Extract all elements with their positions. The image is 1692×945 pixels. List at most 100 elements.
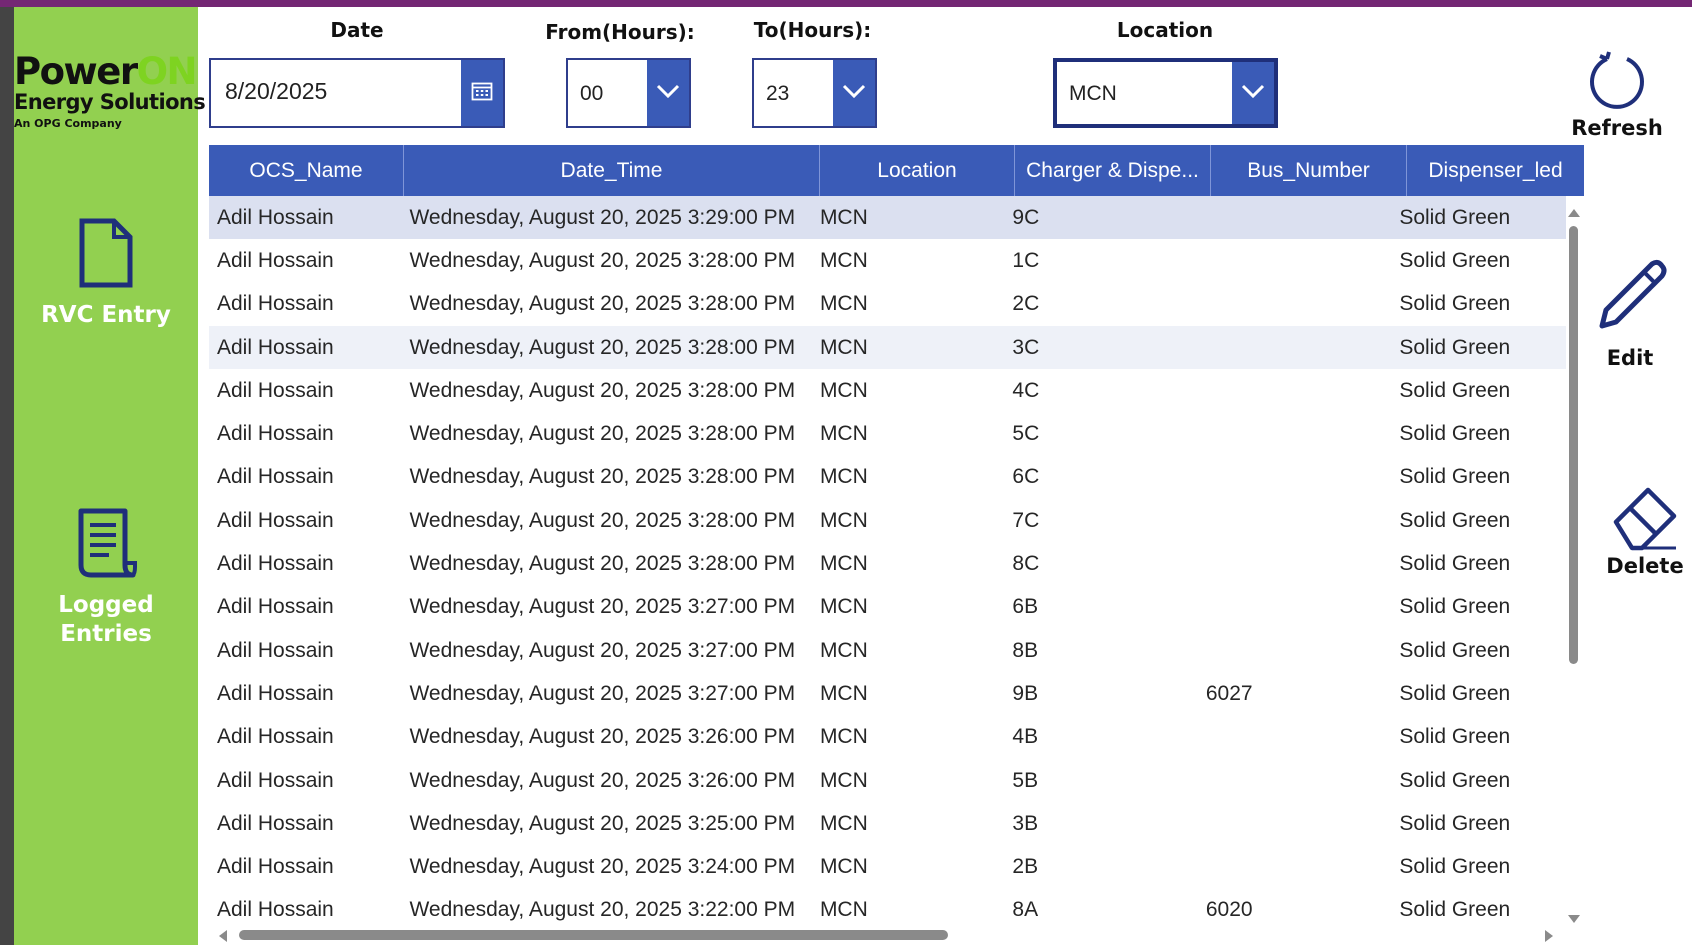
cell-ocs-name: Adil Hossain — [217, 335, 334, 359]
cell-location: MCN — [819, 638, 868, 662]
table-row[interactable]: Adil Hossain Wednesday, August 20, 2025 3… — [209, 672, 1566, 715]
table-row[interactable]: Adil Hossain Wednesday, August 20, 2025 3… — [209, 499, 1566, 542]
cell-ocs-name: Adil Hossain — [217, 595, 334, 619]
table-row[interactable]: Adil Hossain Wednesday, August 20, 2025 3… — [209, 456, 1566, 499]
cell-location: MCN — [819, 552, 868, 576]
cell-date-time: Wednesday, August 20, 2025 3:28:00 PM — [409, 378, 796, 402]
calendar-button[interactable] — [461, 60, 503, 126]
from-hours-value: 00 — [580, 82, 604, 105]
table-row[interactable]: Adil Hossain Wednesday, August 20, 2025 3… — [209, 845, 1566, 888]
table-body: Adil Hossain Wednesday, August 20, 2025 3… — [209, 196, 1566, 927]
horizontal-scrollbar[interactable] — [209, 925, 1563, 945]
column-header-dispenser-led[interactable]: Dispenser_led — [1407, 145, 1584, 196]
cell-charger-dispenser: 4B — [1012, 725, 1039, 749]
cell-dispenser-led: Solid Green — [1399, 681, 1511, 705]
cell-location: MCN — [819, 378, 868, 402]
cell-charger-dispenser: 6C — [1012, 465, 1040, 489]
column-header-location[interactable]: Location — [820, 145, 1015, 196]
from-hours-dropdown-button[interactable] — [647, 60, 689, 126]
chevron-down-icon — [1241, 84, 1265, 103]
logo-tagline: An OPG Company — [14, 117, 122, 130]
column-header-date-time[interactable]: Date_Time — [404, 145, 820, 196]
cell-location: MCN — [819, 595, 868, 619]
location-dropdown-button[interactable] — [1232, 62, 1274, 124]
cell-bus-number: 6020 — [1205, 898, 1253, 922]
cell-charger-dispenser: 7C — [1012, 508, 1040, 532]
column-header-charger-dispenser[interactable]: Charger & Dispe... — [1015, 145, 1211, 196]
top-strip — [0, 0, 1692, 7]
table-row[interactable]: Adil Hossain Wednesday, August 20, 2025 3… — [209, 283, 1566, 326]
refresh-button[interactable]: Refresh — [1570, 50, 1664, 140]
edit-label: Edit — [1606, 346, 1654, 370]
table-row[interactable]: Adil Hossain Wednesday, August 20, 2025 3… — [209, 586, 1566, 629]
table-row[interactable]: Adil Hossain Wednesday, August 20, 2025 3… — [209, 629, 1566, 672]
table-row[interactable]: Adil Hossain Wednesday, August 20, 2025 3… — [209, 325, 1566, 370]
cell-location: MCN — [819, 855, 868, 879]
table-row[interactable]: Adil Hossain Wednesday, August 20, 2025 3… — [209, 369, 1566, 412]
cell-location: MCN — [819, 422, 868, 446]
cell-dispenser-led: Solid Green — [1399, 898, 1511, 922]
cell-location: MCN — [819, 898, 868, 922]
date-value: 8/20/2025 — [225, 78, 328, 104]
scroll-left-arrow-icon[interactable] — [219, 929, 227, 945]
sidebar: PowerON Energy Solutions An OPG Company … — [14, 7, 206, 945]
table-row[interactable]: Adil Hossain Wednesday, August 20, 2025 3… — [209, 196, 1566, 240]
location-dropdown[interactable]: MCN — [1053, 58, 1278, 128]
cell-charger-dispenser: 1C — [1012, 248, 1040, 272]
scroll-up-arrow-icon[interactable] — [1568, 204, 1580, 222]
cell-date-time: Wednesday, August 20, 2025 3:27:00 PM — [409, 638, 796, 662]
cell-dispenser-led: Solid Green — [1399, 465, 1511, 489]
cell-date-time: Wednesday, August 20, 2025 3:28:00 PM — [409, 248, 796, 272]
cell-location: MCN — [819, 248, 868, 272]
nav-logged-entries[interactable]: Logged Entries — [14, 507, 198, 667]
nav-rvc-entry[interactable]: RVC Entry — [14, 217, 198, 347]
column-header-bus-number[interactable]: Bus_Number — [1211, 145, 1407, 196]
table-row[interactable]: Adil Hossain Wednesday, August 20, 2025 3… — [209, 802, 1566, 845]
cell-dispenser-led: Solid Green — [1399, 768, 1511, 792]
cell-date-time: Wednesday, August 20, 2025 3:28:00 PM — [409, 292, 796, 316]
cell-date-time: Wednesday, August 20, 2025 3:24:00 PM — [409, 855, 796, 879]
cell-date-time: Wednesday, August 20, 2025 3:27:00 PM — [409, 681, 796, 705]
from-hours-dropdown[interactable]: 00 — [566, 58, 691, 128]
logo-subtitle: Energy Solutions — [14, 90, 206, 114]
table-row[interactable]: Adil Hossain Wednesday, August 20, 2025 3… — [209, 716, 1566, 759]
edit-button[interactable]: Edit — [1590, 258, 1670, 370]
cell-dispenser-led: Solid Green — [1399, 508, 1511, 532]
cell-ocs-name: Adil Hossain — [217, 638, 334, 662]
nav-logged-entries-label: Logged Entries — [58, 592, 154, 647]
cell-location: MCN — [819, 205, 868, 229]
scroll-right-arrow-icon[interactable] — [1545, 929, 1553, 945]
cell-ocs-name: Adil Hossain — [217, 378, 334, 402]
cell-date-time: Wednesday, August 20, 2025 3:26:00 PM — [409, 725, 796, 749]
cell-charger-dispenser: 2C — [1012, 292, 1040, 316]
cell-location: MCN — [819, 292, 868, 316]
table-row[interactable]: Adil Hossain Wednesday, August 20, 2025 3… — [209, 759, 1566, 802]
company-logo: PowerON Energy Solutions An OPG Company — [14, 45, 206, 135]
cell-location: MCN — [819, 465, 868, 489]
horizontal-scrollbar-thumb[interactable] — [239, 930, 948, 940]
vertical-scrollbar-thumb[interactable] — [1569, 226, 1578, 664]
cell-date-time: Wednesday, August 20, 2025 3:27:00 PM — [409, 595, 796, 619]
date-picker[interactable]: 8/20/2025 — [209, 58, 505, 128]
cell-ocs-name: Adil Hossain — [217, 768, 334, 792]
to-hours-dropdown-button[interactable] — [833, 60, 875, 126]
vertical-scrollbar[interactable] — [1563, 196, 1584, 926]
cell-dispenser-led: Solid Green — [1399, 811, 1511, 835]
chevron-down-icon — [842, 84, 866, 103]
cell-ocs-name: Adil Hossain — [217, 465, 334, 489]
cell-charger-dispenser: 8A — [1012, 898, 1039, 922]
delete-button[interactable]: Delete — [1602, 486, 1688, 578]
cell-ocs-name: Adil Hossain — [217, 508, 334, 532]
from-hours-label: From(Hours): — [545, 20, 695, 44]
cell-location: MCN — [819, 811, 868, 835]
table-row[interactable]: Adil Hossain Wednesday, August 20, 2025 3… — [209, 239, 1566, 282]
cell-charger-dispenser: 8B — [1012, 638, 1039, 662]
table-row[interactable]: Adil Hossain Wednesday, August 20, 2025 3… — [209, 542, 1566, 585]
table-row[interactable]: Adil Hossain Wednesday, August 20, 2025 3… — [209, 889, 1566, 927]
table-row[interactable]: Adil Hossain Wednesday, August 20, 2025 3… — [209, 412, 1566, 455]
cell-ocs-name: Adil Hossain — [217, 552, 334, 576]
to-hours-dropdown[interactable]: 23 — [752, 58, 877, 128]
column-header-ocs-name[interactable]: OCS_Name — [209, 145, 404, 196]
scroll-down-arrow-icon[interactable] — [1568, 910, 1580, 928]
cell-dispenser-led: Solid Green — [1399, 248, 1511, 272]
